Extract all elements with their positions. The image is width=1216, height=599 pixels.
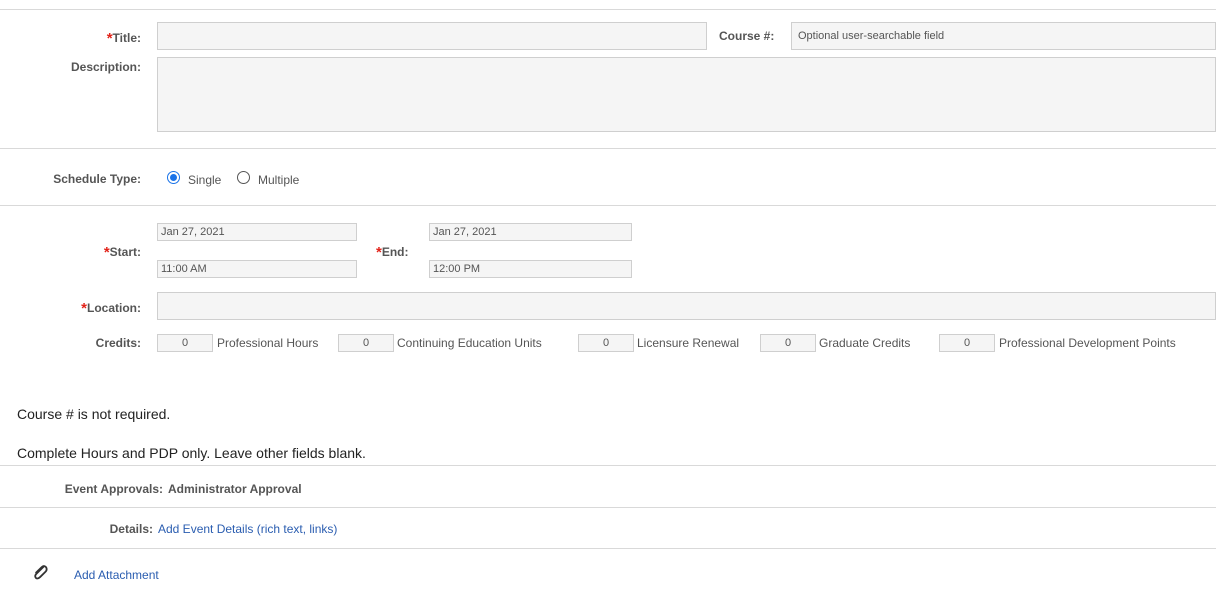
- credit-graduate-input[interactable]: [760, 334, 816, 352]
- note-course-number: Course # is not required.: [17, 406, 171, 422]
- credit-pdp-label: Professional Development Points: [999, 336, 1176, 350]
- note-complete-hours: Complete Hours and PDP only. Leave other…: [17, 445, 366, 461]
- end-date-input[interactable]: [429, 223, 632, 241]
- start-date-input[interactable]: [157, 223, 357, 241]
- end-time-input[interactable]: [429, 260, 632, 278]
- event-approvals-value: Administrator Approval: [168, 482, 302, 496]
- credit-ceu-label: Continuing Education Units: [397, 336, 542, 350]
- description-textarea[interactable]: [157, 57, 1216, 132]
- credits-label: Credits:: [95, 336, 141, 350]
- top-divider: [0, 9, 1216, 10]
- course-number-input[interactable]: [791, 22, 1216, 50]
- schedule-multiple-label[interactable]: Multiple: [258, 173, 299, 187]
- schedule-multiple-radio[interactable]: [237, 171, 250, 184]
- end-label: *End:: [376, 244, 409, 261]
- credit-professional-hours-label: Professional Hours: [217, 336, 319, 350]
- divider: [0, 148, 1216, 149]
- credit-graduate-label: Graduate Credits: [819, 336, 911, 350]
- credit-pdp-input[interactable]: [939, 334, 995, 352]
- event-approvals-label: Event Approvals:: [64, 482, 163, 496]
- credit-ceu-input[interactable]: [338, 334, 394, 352]
- divider: [0, 548, 1216, 549]
- divider: [0, 205, 1216, 206]
- paperclip-icon[interactable]: [32, 562, 48, 585]
- divider: [0, 465, 1216, 466]
- credit-licensure-renewal-input[interactable]: [578, 334, 634, 352]
- schedule-type-label: Schedule Type:: [53, 172, 141, 186]
- add-event-details-link[interactable]: Add Event Details (rich text, links): [158, 522, 337, 536]
- location-label: *Location:: [81, 300, 141, 317]
- credit-professional-hours-input[interactable]: [157, 334, 213, 352]
- credit-licensure-renewal-label: Licensure Renewal: [637, 336, 740, 350]
- schedule-single-radio[interactable]: [167, 171, 180, 184]
- add-attachment-link[interactable]: Add Attachment: [74, 568, 159, 582]
- course-number-label: Course #:: [719, 29, 775, 43]
- title-label: *Title:: [106, 30, 141, 47]
- divider: [0, 507, 1216, 508]
- required-marker: *: [106, 30, 113, 47]
- start-time-input[interactable]: [157, 260, 357, 278]
- start-label: *Start:: [103, 244, 141, 261]
- details-label: Details:: [109, 522, 153, 536]
- title-input[interactable]: [157, 22, 707, 50]
- location-input[interactable]: [157, 292, 1216, 320]
- schedule-single-label[interactable]: Single: [188, 173, 221, 187]
- description-label: Description:: [70, 60, 141, 74]
